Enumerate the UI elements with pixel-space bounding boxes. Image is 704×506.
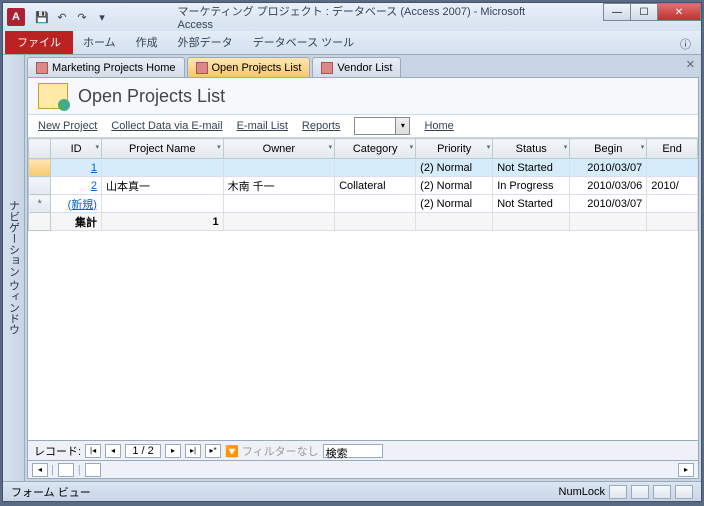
view-indicator-icon — [85, 463, 101, 477]
col-owner[interactable]: Owner▾ — [223, 139, 335, 159]
table-row[interactable]: 2 山本真一 木南 千一 Collateral (2) Normal In Pr… — [29, 177, 698, 195]
scroll-left-button[interactable]: ◂ — [32, 463, 48, 477]
new-row-indicator[interactable]: * — [29, 195, 51, 213]
col-priority[interactable]: Priority▾ — [416, 139, 493, 159]
view-indicator-icon — [58, 463, 74, 477]
reports-combo[interactable]: ▾ — [354, 117, 410, 135]
tab-file[interactable]: ファイル — [5, 30, 73, 54]
last-record-button[interactable]: ▸| — [185, 444, 201, 458]
layout-view-button[interactable] — [653, 485, 671, 499]
doc-tab-open-projects[interactable]: Open Projects List — [187, 57, 311, 77]
form-open-projects: Open Projects List New Project Collect D… — [27, 77, 699, 479]
col-category[interactable]: Category▾ — [335, 139, 416, 159]
reports-link[interactable]: Reports — [302, 120, 341, 132]
close-tab-icon[interactable]: ✕ — [686, 58, 695, 71]
select-all[interactable] — [29, 139, 51, 159]
save-icon[interactable]: 💾 — [33, 8, 51, 26]
data-grid[interactable]: ID▾ Project Name▾ Owner▾ Category▾ Prior… — [28, 138, 698, 440]
projects-icon — [38, 83, 68, 109]
help-icon[interactable]: ⓘ — [676, 34, 695, 54]
window-title: マーケティング プロジェクト : データベース (Access 2007) - … — [178, 3, 527, 31]
undo-icon[interactable]: ↶ — [53, 8, 71, 26]
design-view-button[interactable] — [675, 485, 693, 499]
numlock-label: NumLock — [559, 486, 605, 498]
status-bar: フォーム ビュー NumLock — [3, 481, 701, 501]
chevron-down-icon[interactable]: ▾ — [395, 118, 409, 134]
new-row[interactable]: * (新規) (2) Normal Not Started 2010/03/07 — [29, 195, 698, 213]
next-record-button[interactable]: ▸ — [165, 444, 181, 458]
new-project-link[interactable]: New Project — [38, 120, 97, 132]
form-icon — [36, 62, 48, 74]
record-position[interactable]: 1 / 2 — [125, 444, 161, 458]
tab-home[interactable]: ホーム — [73, 30, 126, 54]
home-link[interactable]: Home — [424, 120, 453, 132]
tab-external[interactable]: 外部データ — [168, 30, 243, 54]
tab-create[interactable]: 作成 — [126, 30, 168, 54]
col-id[interactable]: ID▾ — [51, 139, 102, 159]
totals-row: 集計 1 — [29, 213, 698, 231]
col-name[interactable]: Project Name▾ — [101, 139, 223, 159]
col-status[interactable]: Status▾ — [493, 139, 570, 159]
collect-data-link[interactable]: Collect Data via E-mail — [111, 120, 222, 132]
form-bottom-bar: ◂ | | ▸ — [28, 460, 698, 478]
row-selector[interactable] — [29, 177, 51, 195]
maximize-button[interactable]: ☐ — [630, 3, 658, 21]
document-tabs: Marketing Projects Home Open Projects Li… — [25, 55, 701, 77]
email-list-link[interactable]: E-mail List — [237, 120, 288, 132]
table-row[interactable]: 1 (2) Normal Not Started 2010/03/07 — [29, 159, 698, 177]
quick-access-toolbar: 💾 ↶ ↷ ▾ — [33, 8, 111, 26]
form-icon — [321, 62, 333, 74]
redo-icon[interactable]: ↷ — [73, 8, 91, 26]
form-icon — [196, 62, 208, 74]
minimize-button[interactable]: — — [603, 3, 631, 21]
scroll-right-button[interactable]: ▸ — [678, 463, 694, 477]
search-input[interactable]: 検索 — [323, 444, 383, 458]
qat-more-icon[interactable]: ▾ — [93, 8, 111, 26]
prev-record-button[interactable]: ◂ — [105, 444, 121, 458]
record-navigator: レコード: |◂ ◂ 1 / 2 ▸ ▸| ▸* 🔽 フィルターなし 検索 — [28, 440, 698, 460]
form-toolbar: New Project Collect Data via E-mail E-ma… — [28, 114, 698, 138]
filter-status: 🔽 フィルターなし — [225, 443, 319, 459]
app-window: A 💾 ↶ ↷ ▾ マーケティング プロジェクト : データベース (Acces… — [2, 2, 702, 502]
doc-tab-vendor[interactable]: Vendor List — [312, 57, 401, 77]
form-title: Open Projects List — [78, 86, 225, 107]
close-button[interactable]: ✕ — [657, 3, 701, 21]
form-view-button[interactable] — [609, 485, 627, 499]
col-begin[interactable]: Begin▾ — [570, 139, 647, 159]
doc-tab-home[interactable]: Marketing Projects Home — [27, 57, 185, 77]
new-record-button[interactable]: ▸* — [205, 444, 221, 458]
first-record-button[interactable]: |◂ — [85, 444, 101, 458]
navigation-pane-toggle[interactable]: ナビゲーション ウィンドウ — [3, 55, 25, 481]
app-icon: A — [7, 8, 25, 26]
row-selector[interactable] — [29, 159, 51, 177]
ribbon: ファイル ホーム 作成 外部データ データベース ツール ⓘ — [3, 31, 701, 55]
datasheet-view-button[interactable] — [631, 485, 649, 499]
col-end[interactable]: End — [647, 139, 698, 159]
view-mode-label: フォーム ビュー — [11, 484, 91, 500]
titlebar: A 💾 ↶ ↷ ▾ マーケティング プロジェクト : データベース (Acces… — [3, 3, 701, 31]
tab-dbtools[interactable]: データベース ツール — [243, 30, 365, 54]
